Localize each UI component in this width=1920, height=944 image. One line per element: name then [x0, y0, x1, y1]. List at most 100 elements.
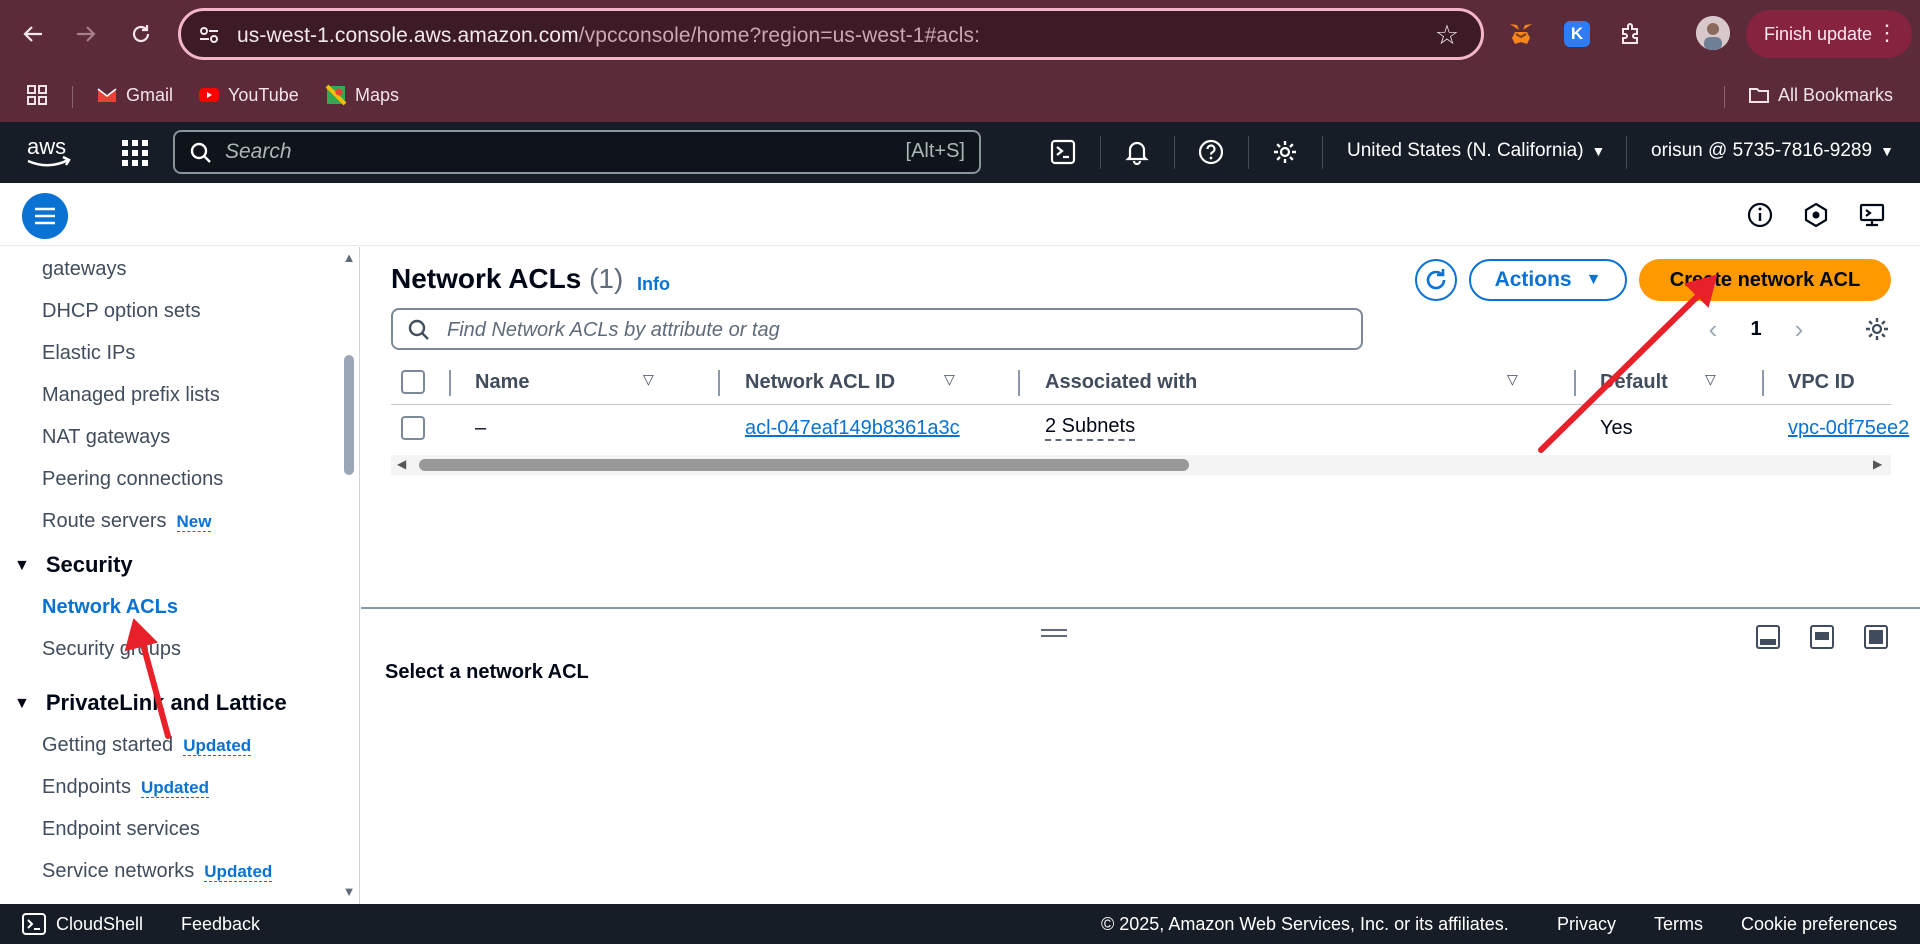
- settings-icon[interactable]: [1269, 136, 1301, 168]
- bookmark-youtube[interactable]: YouTube: [198, 80, 299, 110]
- k-extension-icon[interactable]: K: [1564, 21, 1590, 47]
- column-divider[interactable]: [718, 370, 720, 396]
- sidebar-item-partial[interactable]: [42, 247, 48, 257]
- aws-logo[interactable]: aws: [24, 134, 74, 170]
- sort-icon[interactable]: ▽: [1705, 371, 1716, 388]
- sidebar-item-nat-gateways[interactable]: NAT gateways: [42, 426, 170, 449]
- section-privatelink[interactable]: ▼ PrivateLink and Lattice: [14, 690, 287, 716]
- cookie-preferences-link[interactable]: Cookie preferences: [1741, 914, 1897, 935]
- aws-search-bar[interactable]: [Alt+S]: [173, 130, 981, 174]
- cloudshell-link[interactable]: CloudShell: [56, 914, 143, 935]
- help-icon[interactable]: [1195, 136, 1227, 168]
- sidebar-item-service-networks[interactable]: Service networks Updated: [42, 860, 273, 883]
- display-settings-icon[interactable]: [1858, 201, 1886, 229]
- sidebar-item-security-groups[interactable]: Security groups: [42, 638, 181, 661]
- terms-link[interactable]: Terms: [1654, 914, 1703, 935]
- site-settings-icon[interactable]: [197, 23, 221, 47]
- sidebar-item-endpoints[interactable]: Endpoints Updated: [42, 776, 209, 799]
- extensions-puzzle-icon[interactable]: [1615, 18, 1647, 50]
- create-network-acl-button[interactable]: Create network ACL: [1639, 259, 1891, 301]
- sidebar-item-managed-prefix-lists[interactable]: Managed prefix lists: [42, 384, 220, 407]
- scroll-left-icon[interactable]: ◀: [397, 457, 406, 471]
- metamask-extension-icon[interactable]: [1505, 18, 1537, 50]
- cell-acl-id-link[interactable]: acl-047eaf149b8361a3c: [745, 404, 960, 452]
- split-panel-side-icon[interactable]: [1810, 625, 1834, 649]
- sidebar-item-endpoint-services[interactable]: Endpoint services: [42, 818, 200, 841]
- scroll-right-icon[interactable]: ▶: [1873, 457, 1882, 471]
- associated-subnets-popover[interactable]: 2 Subnets: [1045, 415, 1136, 441]
- finish-update-button[interactable]: Finish update ⋮: [1746, 10, 1912, 58]
- sidebar-item-route-servers[interactable]: Route servers New: [42, 510, 212, 533]
- apps-grid-icon[interactable]: [26, 80, 48, 110]
- bell-icon[interactable]: [1121, 136, 1153, 168]
- search-input[interactable]: [225, 138, 825, 166]
- current-page-number[interactable]: 1: [1750, 318, 1761, 341]
- split-panel-bottom-icon[interactable]: [1756, 625, 1780, 649]
- reload-button[interactable]: [124, 17, 158, 51]
- feedback-link[interactable]: Feedback: [181, 914, 260, 935]
- address-bar[interactable]: us-west-1.console.aws.amazon.com/vpccons…: [178, 8, 1484, 60]
- scrollbar-thumb[interactable]: [344, 355, 354, 475]
- profile-avatar[interactable]: [1696, 16, 1730, 50]
- sidebar-item-peering-connections[interactable]: Peering connections: [42, 468, 223, 491]
- gmail-icon: [97, 88, 117, 102]
- region-selector[interactable]: United States (N. California) ▼: [1347, 140, 1605, 162]
- property-filter[interactable]: [391, 308, 1363, 350]
- sidebar-item-getting-started[interactable]: Getting started Updated: [42, 734, 252, 757]
- row-checkbox[interactable]: [401, 416, 425, 440]
- info-circle-icon[interactable]: [1746, 201, 1774, 229]
- kebab-menu-icon[interactable]: ⋮: [1876, 20, 1898, 46]
- previous-page-icon[interactable]: ‹: [1701, 314, 1725, 345]
- column-header-vpc-id[interactable]: VPC ID: [1788, 360, 1855, 404]
- scrollbar-thumb[interactable]: [419, 459, 1189, 471]
- actions-dropdown-button[interactable]: Actions ▼: [1469, 259, 1627, 301]
- cell-vpc-id-link[interactable]: vpc-0df75ee2: [1788, 404, 1909, 452]
- account-menu[interactable]: orisun @ 5735-7816-9289 ▼: [1651, 140, 1894, 162]
- privacy-link[interactable]: Privacy: [1557, 914, 1616, 935]
- cloudshell-icon[interactable]: [1047, 136, 1079, 168]
- cloudshell-icon[interactable]: [22, 913, 46, 935]
- sort-icon[interactable]: ▽: [643, 371, 654, 388]
- all-bookmarks-button[interactable]: All Bookmarks: [1748, 80, 1893, 110]
- next-page-icon[interactable]: ›: [1787, 314, 1811, 345]
- bookmark-gmail[interactable]: Gmail: [96, 80, 173, 110]
- aws-top-nav: aws [Alt+S] United States (N. California…: [0, 122, 1920, 183]
- back-button[interactable]: [16, 17, 50, 51]
- table-preferences-gear-icon[interactable]: [1863, 315, 1891, 343]
- column-divider[interactable]: [1762, 370, 1764, 396]
- column-divider[interactable]: [1018, 370, 1020, 396]
- sidebar-item-label: Endpoints: [42, 776, 131, 798]
- table-horizontal-scrollbar[interactable]: ◀ ▶: [391, 455, 1891, 475]
- section-security[interactable]: ▼ Security: [14, 552, 133, 578]
- split-panel-drag-handle[interactable]: [1041, 629, 1067, 639]
- filter-input[interactable]: [447, 316, 1327, 344]
- column-header-default[interactable]: Default: [1600, 360, 1668, 404]
- scroll-up-icon[interactable]: ▲: [342, 251, 356, 265]
- cell-associated-with[interactable]: 2 Subnets: [1045, 404, 1136, 452]
- copyright-text: © 2025, Amazon Web Services, Inc. or its…: [1101, 914, 1509, 934]
- sort-icon[interactable]: ▽: [1507, 371, 1518, 388]
- column-divider[interactable]: [1574, 370, 1576, 396]
- sidebar-scrollbar[interactable]: ▲ ▼: [340, 247, 358, 904]
- sidebar-item-elastic-ips[interactable]: Elastic IPs: [42, 342, 135, 365]
- column-header-associated-with[interactable]: Associated with: [1045, 360, 1197, 404]
- split-panel-full-icon[interactable]: [1864, 625, 1888, 649]
- scroll-down-icon[interactable]: ▼: [342, 885, 356, 899]
- side-navigation-toggle[interactable]: [22, 193, 68, 239]
- notifications-shape-icon[interactable]: [1802, 201, 1830, 229]
- sidebar-item-gateways[interactable]: gateways: [42, 258, 127, 281]
- select-all-checkbox[interactable]: [401, 370, 425, 394]
- column-header-name[interactable]: Name: [475, 360, 529, 404]
- sidebar-item-dhcp-option-sets[interactable]: DHCP option sets: [42, 300, 201, 323]
- bookmark-maps[interactable]: Maps: [325, 80, 399, 110]
- sidebar-item-network-acls[interactable]: Network ACLs: [42, 596, 178, 619]
- caret-down-icon: ▼: [1585, 271, 1602, 288]
- services-menu-icon[interactable]: [120, 138, 150, 168]
- refresh-button[interactable]: [1415, 259, 1457, 301]
- bookmark-star-icon[interactable]: ☆: [1433, 21, 1461, 49]
- column-header-network-acl-id[interactable]: Network ACL ID: [745, 360, 895, 404]
- account-label: orisun @ 5735-7816-9289: [1651, 140, 1873, 161]
- info-link[interactable]: Info: [637, 274, 670, 295]
- forward-button[interactable]: [69, 17, 103, 51]
- sort-icon[interactable]: ▽: [944, 371, 955, 388]
